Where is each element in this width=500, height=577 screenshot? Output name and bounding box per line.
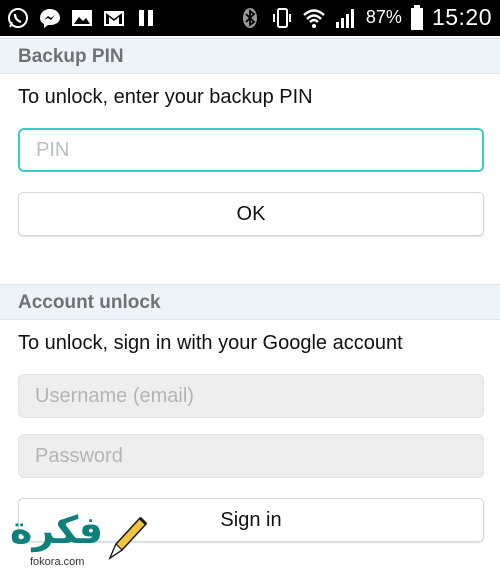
pause-icon: [139, 10, 153, 26]
clock: 15:20: [431, 4, 492, 30]
account-unlock-header: Account unlock: [0, 284, 500, 320]
watermark-logo-text: فكرة: [10, 508, 104, 552]
system-icons: 87% 15:20: [238, 4, 492, 31]
bluetooth-icon: [242, 7, 257, 28]
vibrate-icon: [272, 7, 291, 28]
account-unlock-instruction: To unlock, sign in with your Google acco…: [18, 332, 403, 354]
battery-icon: [410, 4, 423, 30]
gmail-icon: [104, 11, 124, 26]
battery-percent: 87%: [365, 7, 402, 27]
username-input[interactable]: [18, 374, 484, 418]
whatsapp-icon: [8, 8, 28, 28]
wifi-icon: [303, 8, 325, 28]
backup-pin-header: Backup PIN: [0, 38, 500, 74]
backup-pin-instruction: To unlock, enter your backup PIN: [18, 86, 313, 108]
backup-pin-title: Backup PIN: [18, 46, 124, 67]
watermark-domain: fokora.com: [30, 556, 85, 568]
status-bar: 87% 15:20: [0, 0, 500, 36]
account-unlock-title: Account unlock: [18, 292, 161, 313]
password-input[interactable]: [18, 434, 484, 478]
notification-icons: [6, 6, 158, 30]
pin-input[interactable]: [18, 128, 484, 172]
pencil-icon: [108, 516, 148, 561]
signal-icon: [335, 8, 354, 28]
messenger-icon: [40, 9, 60, 28]
gallery-icon: [72, 10, 92, 26]
fokora-watermark: فكرة fokora.com: [4, 508, 154, 574]
ok-button[interactable]: OK: [18, 192, 484, 236]
